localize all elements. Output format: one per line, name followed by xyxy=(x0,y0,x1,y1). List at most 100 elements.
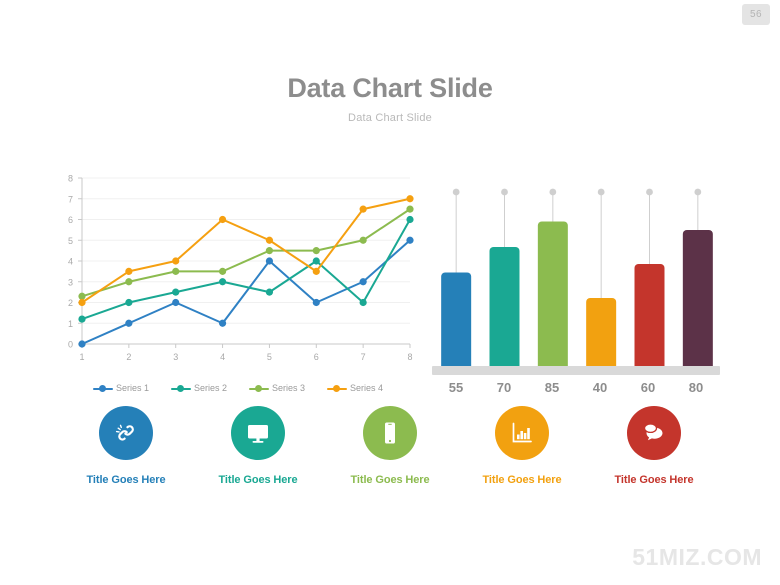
y-axis-tick-label: 3 xyxy=(68,277,73,287)
icon-circle[interactable] xyxy=(495,406,549,460)
line-data-point xyxy=(172,298,180,307)
page-subtitle: Data Chart Slide xyxy=(348,111,432,124)
slide-canvas: 56 Data Chart Slide Data Chart Slide 012… xyxy=(0,0,780,585)
icon-feature-title: Title Goes Here xyxy=(218,474,298,486)
line-data-point xyxy=(359,236,367,244)
bar-column xyxy=(634,264,665,370)
legend-item[interactable]: Series 3 xyxy=(249,383,305,393)
icon-feature-title: Title Goes Here xyxy=(614,474,694,486)
line-chart-legend: Series 1 Series 2 Series 3 Series 4 xyxy=(58,383,418,393)
legend-color-swatch xyxy=(170,384,191,392)
line-chart: 01234567812345678 xyxy=(58,172,418,368)
legend-label: Series 3 xyxy=(272,383,306,393)
x-axis-tick-label: 2 xyxy=(126,352,131,362)
bar-column xyxy=(682,230,713,370)
bar-chart-svg xyxy=(441,188,713,370)
legend-item[interactable]: Series 1 xyxy=(92,383,149,393)
y-axis-tick-label: 5 xyxy=(68,236,73,246)
y-axis-tick-label: 7 xyxy=(68,194,73,204)
page-number-badge: 56 xyxy=(742,4,770,25)
icon-feature-item[interactable]: Title Goes Here xyxy=(456,406,588,486)
line-data-point xyxy=(78,340,86,348)
x-axis-tick-label: 1 xyxy=(79,352,84,362)
icon-feature-item[interactable]: Title Goes Here xyxy=(60,406,192,486)
line-data-point xyxy=(218,215,227,224)
bar-chart-value-labels: 55 70 85 40 60 80 xyxy=(432,380,720,395)
line-chart-svg: 0123456781 2 3 4 5 6 7 8 xyxy=(68,174,414,362)
bar-value-label: 85 xyxy=(544,380,560,395)
x-axis-tick-label: 4 xyxy=(220,352,225,362)
y-axis-tick-label: 2 xyxy=(68,298,73,308)
icon-feature-item[interactable]: Title Goes Here xyxy=(192,406,324,486)
icon-circle[interactable] xyxy=(627,406,681,460)
line-data-point xyxy=(172,267,180,275)
line-data-point xyxy=(125,267,133,275)
desktop-monitor-icon xyxy=(248,425,268,443)
bar-chart-icon xyxy=(512,422,532,443)
speech-bubbles-icon xyxy=(643,423,663,441)
icon-circle[interactable] xyxy=(99,406,153,460)
broken-link-icon xyxy=(115,424,134,441)
icon-feature-item[interactable]: Title Goes Here xyxy=(324,406,456,486)
bar-value-label: 80 xyxy=(688,380,704,395)
bar-stem-dot xyxy=(501,188,508,196)
icon-feature-row: Title Goes Here Title Goes Here Title Goes… xyxy=(60,406,720,486)
legend-label: Series 1 xyxy=(115,383,149,393)
line-data-point xyxy=(406,195,414,203)
bar-column xyxy=(489,247,520,370)
smartphone-icon xyxy=(385,422,395,444)
line-data-point xyxy=(406,236,414,244)
x-axis-tick-label: 8 xyxy=(407,352,412,362)
legend-item[interactable]: Series 4 xyxy=(327,383,383,393)
x-axis-tick-label: 5 xyxy=(267,352,272,362)
line-data-point xyxy=(406,205,414,213)
y-axis-tick-label: 4 xyxy=(68,257,73,267)
watermark: 51MIZ.COM xyxy=(632,544,762,570)
line-data-point xyxy=(359,205,367,213)
x-axis-tick-label: 6 xyxy=(314,352,319,362)
legend-label: Series 2 xyxy=(193,383,227,393)
line-data-point xyxy=(172,257,180,265)
icon-feature-item[interactable]: Title Goes Here xyxy=(588,406,720,486)
y-axis-tick-label: 1 xyxy=(68,319,73,329)
line-data-point xyxy=(265,288,274,296)
line-data-point xyxy=(78,298,86,307)
y-axis-tick-label: 6 xyxy=(68,215,73,225)
bar-stem-dot xyxy=(646,188,653,196)
icon-circle[interactable] xyxy=(363,406,417,460)
line-data-point xyxy=(125,319,133,327)
icon-circle[interactable] xyxy=(231,406,285,460)
bar-column xyxy=(441,272,472,370)
legend-color-swatch xyxy=(249,384,269,392)
line-data-point xyxy=(312,247,320,255)
bar-stem-dot xyxy=(694,188,702,196)
y-axis-tick-label: 0 xyxy=(68,340,73,350)
bar-value-label: 40 xyxy=(592,380,608,395)
icon-feature-title: Title Goes Here xyxy=(482,474,562,486)
icon-feature-title: Title Goes Here xyxy=(86,474,166,486)
legend-color-swatch xyxy=(327,384,348,392)
icon-feature-title: Title Goes Here xyxy=(350,474,430,486)
bar-value-label: 55 xyxy=(448,380,464,395)
line-data-point xyxy=(265,236,274,244)
line-data-point xyxy=(359,278,367,286)
line-data-point xyxy=(125,278,133,286)
bar-column xyxy=(537,221,568,370)
line-data-point xyxy=(218,278,227,286)
x-axis-tick-label: 3 xyxy=(173,352,178,362)
legend-color-swatch xyxy=(92,384,113,392)
y-axis-tick-label: 8 xyxy=(68,174,73,184)
line-data-point xyxy=(312,298,320,307)
legend-item[interactable]: Series 2 xyxy=(170,383,227,393)
page-title: Data Chart Slide xyxy=(287,73,493,103)
bar-stem-dot xyxy=(549,188,557,196)
line-data-point xyxy=(78,315,86,323)
line-data-point xyxy=(312,257,320,265)
legend-label: Series 4 xyxy=(350,383,384,393)
bar-value-label: 70 xyxy=(496,380,512,395)
bar-chart-baseline xyxy=(432,366,720,375)
bar-value-label: 60 xyxy=(640,380,656,395)
line-data-point xyxy=(172,288,180,296)
line-data-point xyxy=(312,267,320,275)
line-data-point xyxy=(125,298,133,307)
